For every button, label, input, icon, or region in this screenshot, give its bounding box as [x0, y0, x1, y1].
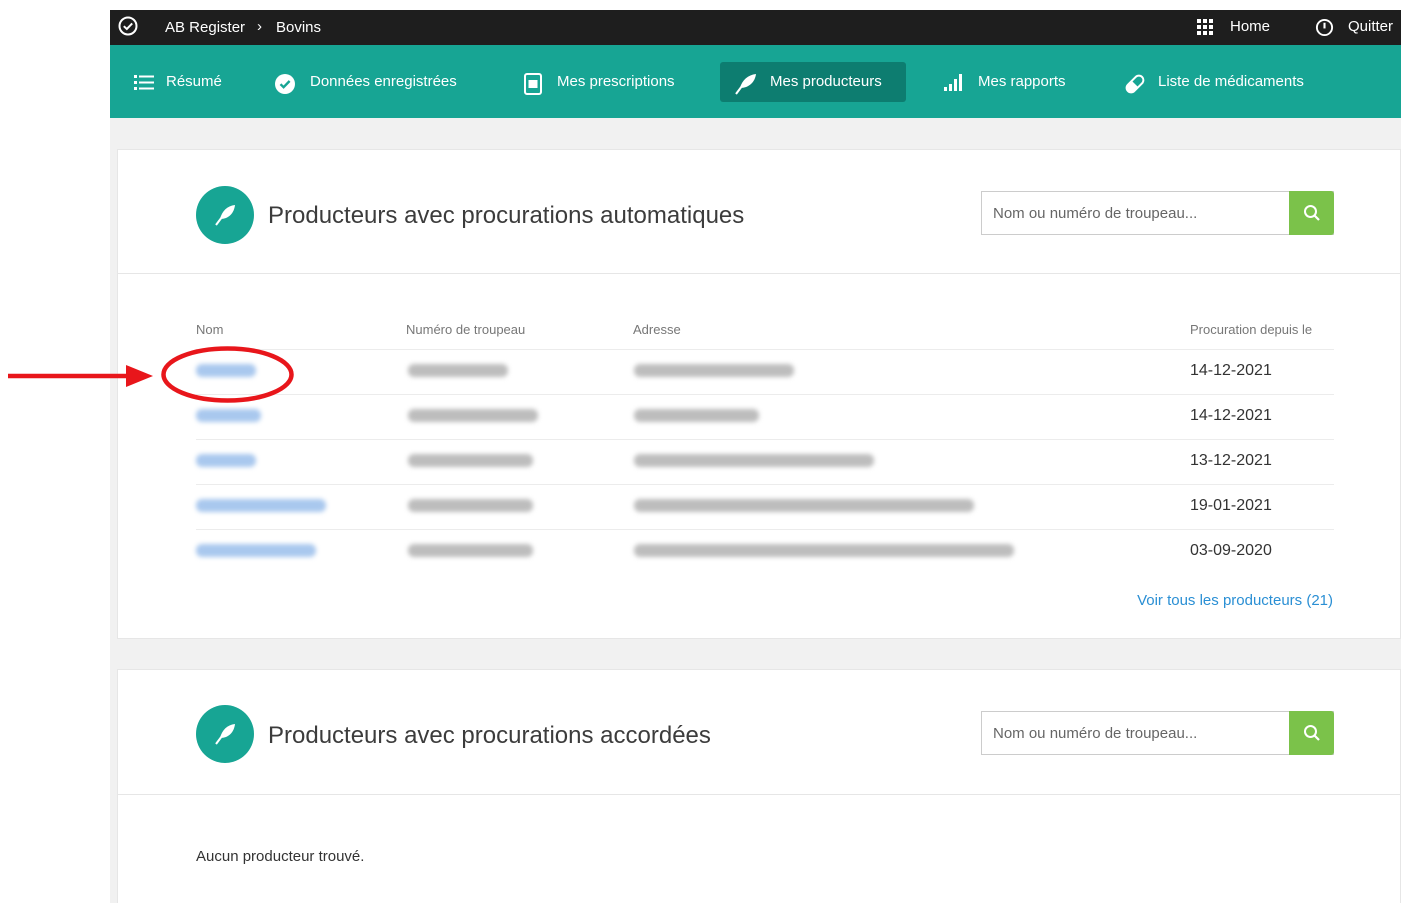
table-row: 03-09-2020: [196, 529, 1334, 574]
top-bar: AB Register › Bovins Home Quitter: [110, 10, 1401, 45]
herd-number-value: [408, 454, 533, 467]
bar-chart-icon: [944, 74, 962, 91]
check-circle-icon: [275, 74, 295, 94]
empty-state-text: Aucun producteur trouvé.: [196, 848, 365, 865]
feather-icon: [735, 74, 756, 95]
table-row: 19-01-2021: [196, 484, 1334, 529]
feather-icon: [196, 705, 254, 763]
column-header-name[interactable]: Nom: [196, 322, 223, 337]
home-link[interactable]: Home: [1230, 18, 1270, 35]
nav-label: Résumé: [166, 73, 222, 90]
column-header-since[interactable]: Procuration depuis le: [1190, 322, 1312, 337]
since-date: 13-12-2021: [1190, 452, 1272, 469]
nav-label: Données enregistrées: [310, 73, 457, 90]
table-row: 13-12-2021: [196, 439, 1334, 484]
nav-item-resume[interactable]: Résumé: [124, 62, 234, 102]
herd-number-value: [408, 499, 533, 512]
producer-name-link[interactable]: [196, 454, 256, 467]
search-input[interactable]: [982, 712, 1289, 754]
breadcrumb-current[interactable]: Bovins: [276, 19, 321, 36]
search-field: [981, 191, 1334, 235]
nav-item-producteurs[interactable]: Mes producteurs: [720, 62, 906, 102]
producer-name-link[interactable]: [196, 544, 316, 557]
producer-name-link[interactable]: [196, 409, 261, 422]
address-value: [634, 499, 974, 512]
main-nav: Résumé Données enregistrées Mes prescrip…: [110, 45, 1401, 118]
list-icon: [134, 75, 154, 90]
column-header-address[interactable]: Adresse: [633, 322, 681, 337]
table-row: 14-12-2021: [196, 349, 1334, 394]
divider: [118, 794, 1400, 795]
search-input[interactable]: [982, 192, 1289, 234]
annotation-ellipse: [161, 346, 294, 403]
nav-label: Mes rapports: [978, 73, 1066, 90]
breadcrumb-separator: ›: [257, 18, 262, 35]
pill-icon: [1125, 74, 1145, 94]
since-date: 03-09-2020: [1190, 542, 1272, 559]
herd-number-value: [408, 409, 538, 422]
check-circle-icon: [118, 16, 138, 36]
address-value: [634, 544, 1014, 557]
quit-link[interactable]: Quitter: [1348, 18, 1393, 35]
nav-label: Mes producteurs: [770, 73, 882, 90]
nav-item-medicaments[interactable]: Liste de médicaments: [1114, 62, 1342, 102]
nav-label: Liste de médicaments: [1158, 73, 1304, 90]
see-all-producers-link[interactable]: Voir tous les producteurs (21): [1137, 592, 1333, 609]
since-date: 14-12-2021: [1190, 362, 1272, 379]
herd-number-value: [408, 544, 533, 557]
search-icon: [1304, 725, 1320, 741]
nav-item-rapports[interactable]: Mes rapports: [934, 62, 1090, 102]
search-button[interactable]: [1289, 711, 1334, 755]
search-field: [981, 711, 1334, 755]
granted-proxies-card: Producteurs avec procurations accordées …: [117, 669, 1401, 903]
grid-icon[interactable]: [1197, 19, 1213, 35]
section-title: Producteurs avec procurations automatiqu…: [268, 202, 745, 229]
address-value: [634, 364, 794, 377]
since-date: 14-12-2021: [1190, 407, 1272, 424]
row-divider: [196, 529, 1334, 530]
power-icon[interactable]: [1315, 18, 1334, 37]
column-header-herd-number[interactable]: Numéro de troupeau: [406, 322, 525, 337]
nav-label: Mes prescriptions: [557, 73, 675, 90]
address-value: [634, 454, 874, 467]
row-divider: [196, 349, 1334, 350]
app-name[interactable]: AB Register: [165, 19, 245, 36]
auto-proxies-card: Producteurs avec procurations automatiqu…: [117, 149, 1401, 639]
app-window: AB Register › Bovins Home Quitter Résumé: [110, 10, 1401, 903]
section-title: Producteurs avec procurations accordées: [268, 722, 711, 749]
producer-name-link[interactable]: [196, 499, 326, 512]
row-divider: [196, 394, 1334, 395]
search-button[interactable]: [1289, 191, 1334, 235]
nav-item-prescriptions[interactable]: Mes prescriptions: [514, 62, 706, 102]
annotation-arrow-icon: [8, 365, 153, 387]
document-icon: [524, 73, 542, 95]
divider: [118, 273, 1400, 274]
row-divider: [196, 484, 1334, 485]
table-row: 14-12-2021: [196, 394, 1334, 439]
since-date: 19-01-2021: [1190, 497, 1272, 514]
search-icon: [1304, 205, 1320, 221]
feather-icon: [196, 186, 254, 244]
herd-number-value: [408, 364, 508, 377]
address-value: [634, 409, 759, 422]
row-divider: [196, 439, 1334, 440]
nav-item-donnees[interactable]: Données enregistrées: [264, 62, 484, 102]
